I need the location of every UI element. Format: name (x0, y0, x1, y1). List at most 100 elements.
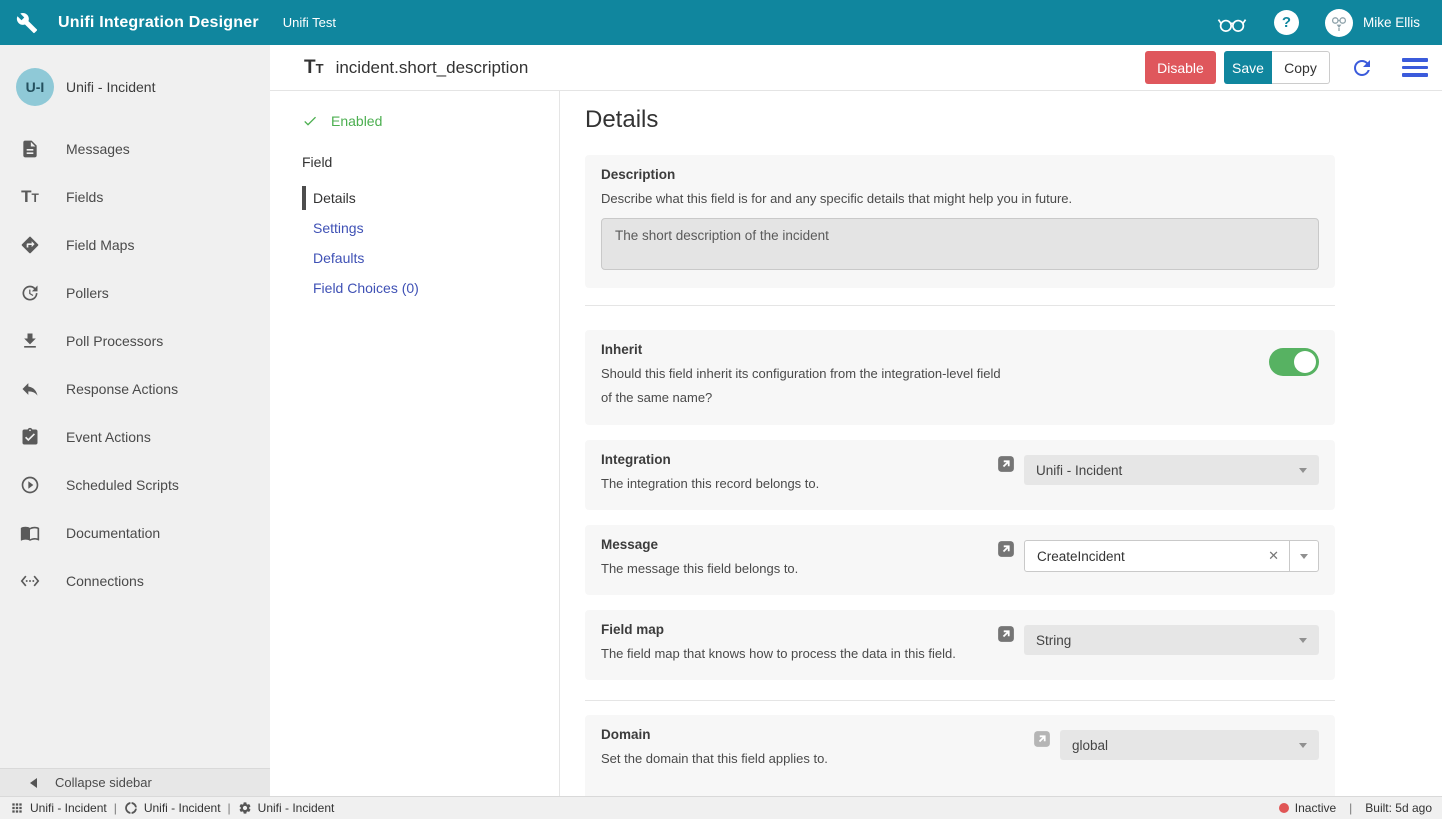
sidebar-item-label: Fields (66, 189, 103, 205)
user-menu[interactable]: Mike Ellis (1325, 9, 1420, 37)
help-icon[interactable]: ? (1274, 10, 1299, 35)
sidebar-item-label: Pollers (66, 285, 109, 301)
field-map-label: Field map (601, 622, 956, 637)
inherit-help-line1: Should this field inherit its configurat… (601, 364, 1001, 384)
top-header: Unifi Integration Designer Unifi Test ? … (0, 0, 1442, 45)
message-combobox[interactable]: CreateIncident ✕ (1024, 540, 1319, 572)
open-record-icon[interactable] (997, 625, 1015, 643)
build-status: Inactive | Built: 5d ago (1279, 801, 1432, 815)
subnav-item-settings[interactable]: Settings (302, 213, 502, 243)
open-record-icon[interactable] (997, 540, 1015, 558)
integration-name: Unifi - Incident (66, 79, 155, 95)
inherit-card: Inherit Should this field inherit its co… (585, 330, 1335, 425)
sidebar-item-poll-processors[interactable]: Poll Processors (0, 317, 270, 365)
sidebar-item-label: Connections (66, 573, 144, 589)
open-record-icon[interactable] (997, 455, 1015, 473)
dropdown-toggle[interactable] (1289, 541, 1318, 571)
sidebar-item-scheduled-scripts[interactable]: Scheduled Scripts (0, 461, 270, 509)
crumb-label: Unifi - Incident (258, 801, 335, 815)
sidebar-integration-header[interactable]: U-I Unifi - Incident (0, 45, 270, 115)
glasses-icon[interactable] (1216, 11, 1248, 35)
subnav-item-defaults[interactable]: Defaults (302, 243, 502, 273)
field-map-help: The field map that knows how to process … (601, 644, 956, 664)
enabled-status: Enabled (302, 113, 559, 129)
crumb-label: Unifi - Incident (144, 801, 221, 815)
sidebar-item-label: Messages (66, 141, 130, 157)
enabled-label: Enabled (331, 113, 382, 129)
separator: | (107, 801, 124, 815)
inactive-status-icon (1279, 803, 1289, 813)
book-icon (20, 523, 40, 543)
chevron-down-icon (1300, 554, 1308, 559)
sidebar-item-documentation[interactable]: Documentation (0, 509, 270, 557)
sidebar-item-label: Documentation (66, 525, 160, 541)
play-circle-icon (20, 475, 40, 495)
app-subtitle: Unifi Test (283, 15, 336, 30)
status-bar: Unifi - Incident | Unifi - Incident | Un… (0, 796, 1442, 819)
chevron-down-icon (1299, 743, 1307, 748)
sidebar-item-label: Scheduled Scripts (66, 477, 179, 493)
chevron-down-icon (1299, 638, 1307, 643)
collapse-label: Collapse sidebar (55, 775, 152, 790)
statusbar-crumb-settings[interactable]: Unifi - Incident (238, 801, 335, 815)
sidebar-nav: Messages TT Fields Field Maps Pollers Po… (0, 125, 270, 605)
collapse-arrow-icon (30, 778, 37, 788)
sidebar-item-label: Poll Processors (66, 333, 163, 349)
record-title: incident.short_description (336, 58, 529, 78)
sidebar-item-pollers[interactable]: Pollers (0, 269, 270, 317)
statusbar-crumb-integration[interactable]: Unifi - Incident (124, 801, 221, 815)
sidebar-item-event-actions[interactable]: Event Actions (0, 413, 270, 461)
message-value[interactable]: CreateIncident (1025, 549, 1258, 564)
clipboard-check-icon (20, 427, 40, 447)
domain-help: Set the domain that this field applies t… (601, 749, 828, 769)
avatar-icon (1325, 9, 1353, 37)
divider (585, 305, 1335, 306)
ethernet-brackets-icon (20, 571, 40, 591)
gear-icon (238, 801, 252, 815)
hamburger-menu-icon[interactable] (1402, 58, 1428, 77)
built-label: Built: 5d ago (1365, 801, 1432, 815)
sidebar: U-I Unifi - Incident Messages TT Fields … (0, 45, 270, 796)
clear-icon[interactable]: ✕ (1258, 548, 1289, 564)
inherit-toggle[interactable] (1269, 348, 1319, 376)
save-button[interactable]: Save (1224, 51, 1272, 84)
disable-button[interactable]: Disable (1145, 51, 1216, 84)
inherit-help-line2: of the same name? (601, 388, 1001, 408)
sidebar-item-field-maps[interactable]: Field Maps (0, 221, 270, 269)
sidebar-item-messages[interactable]: Messages (0, 125, 270, 173)
page-title: Details (585, 106, 1335, 134)
subnav-item-details[interactable]: Details (302, 183, 502, 213)
sidebar-item-connections[interactable]: Connections (0, 557, 270, 605)
integration-select: Unifi - Incident (1024, 455, 1319, 485)
check-icon (302, 113, 318, 129)
directions-icon (20, 235, 40, 255)
field-map-select: String (1024, 625, 1319, 655)
sidebar-item-fields[interactable]: TT Fields (0, 173, 270, 221)
refresh-button[interactable] (1350, 56, 1374, 80)
reply-arrow-icon (20, 379, 40, 399)
description-textarea[interactable] (601, 218, 1319, 270)
separator: | (221, 801, 238, 815)
chevron-down-icon (1299, 468, 1307, 473)
sidebar-item-label: Response Actions (66, 381, 178, 397)
crumb-label: Unifi - Incident (30, 801, 107, 815)
collapse-sidebar-button[interactable]: Collapse sidebar (0, 768, 270, 796)
content-area: Enabled Field Details Settings Defaults … (270, 91, 1442, 796)
description-card: Description Describe what this field is … (585, 155, 1335, 288)
record-subnav: Enabled Field Details Settings Defaults … (270, 91, 560, 796)
statusbar-crumb-application[interactable]: Unifi - Incident (10, 801, 107, 815)
status-label: Inactive (1295, 801, 1336, 815)
donut-wheel-icon (124, 801, 138, 815)
refresh-icon (1350, 56, 1374, 80)
sidebar-item-response-actions[interactable]: Response Actions (0, 365, 270, 413)
subnav-item-field-choices[interactable]: Field Choices (0) (302, 273, 502, 303)
integration-card: Integration The integration this record … (585, 440, 1335, 510)
open-record-icon (1033, 730, 1051, 748)
separator: | (1342, 801, 1359, 815)
message-help: The message this field belongs to. (601, 559, 798, 579)
field-map-card: Field map The field map that knows how t… (585, 610, 1335, 680)
grid-apps-icon (10, 801, 24, 815)
description-label: Description (601, 167, 1319, 182)
copy-button[interactable]: Copy (1272, 51, 1330, 84)
main-panel: TT incident.short_description Disable Sa… (270, 45, 1442, 796)
